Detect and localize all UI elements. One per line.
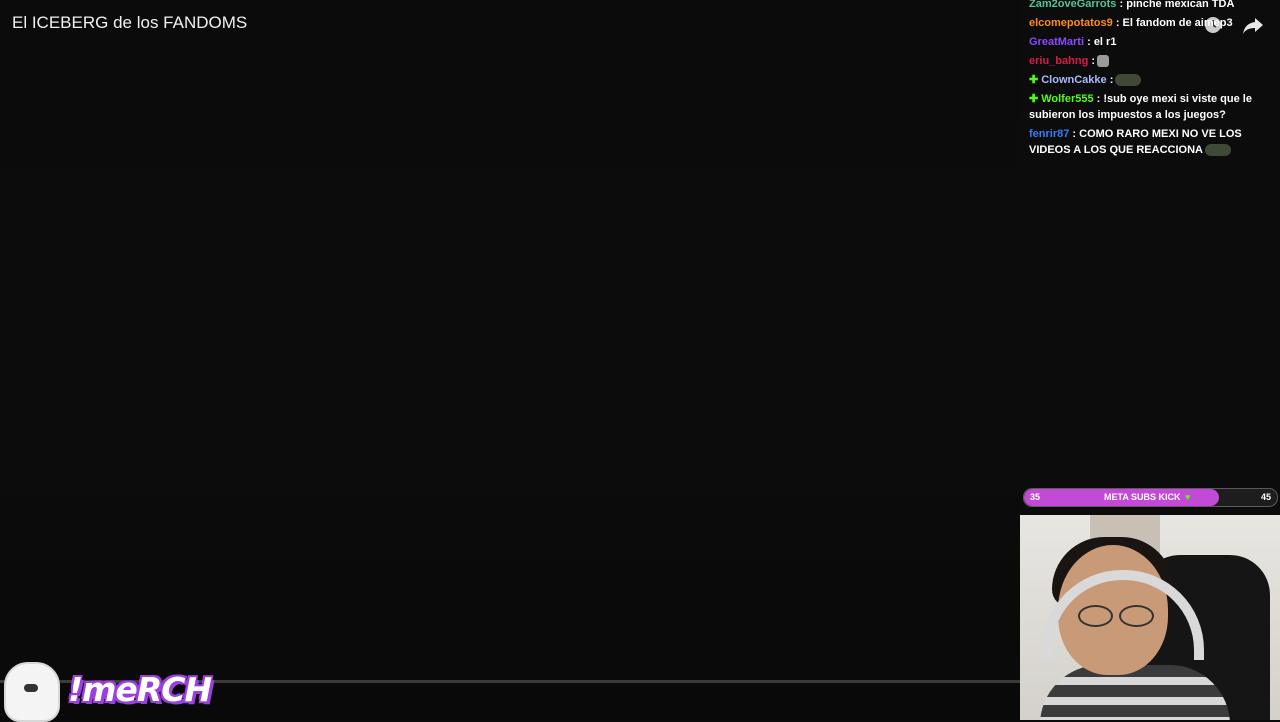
chat-username[interactable]: fenrir87 (1029, 128, 1069, 140)
sub-badge-icon: ✚ (1029, 93, 1039, 105)
meta-goal-min: 35 (1030, 492, 1041, 502)
chat-message: ✚ Wolfer555 : !sub oye mexi si viste que … (1026, 91, 1276, 123)
chat-message: elcomepotatos9 : El fandom de aimep3 (1026, 15, 1276, 31)
webcam-shirt (1040, 665, 1230, 720)
chat-username[interactable]: Zam2oveGarrots (1029, 0, 1116, 10)
chat-username[interactable]: elcomepotatos9 (1029, 17, 1113, 29)
chat-message: GreatMarti : el r1 (1026, 34, 1276, 50)
video-player[interactable]: El ICEBERG de los FANDOMS (0, 0, 1020, 720)
merch-label: !meRCH (68, 670, 212, 709)
sub-badge-icon: ✚ (1029, 74, 1039, 86)
webcam-feed (1020, 515, 1280, 720)
chat-username[interactable]: Wolfer555 (1041, 93, 1093, 105)
chat-text: : el r1 (1087, 36, 1117, 48)
meta-subs-goal-bar: 35 META SUBS KICK ♥ 45 (1023, 488, 1278, 507)
chat-message: fenrir87 : COMO RARO MEXI NO VE LOS VIDE… (1026, 126, 1276, 158)
chat-message: eriu_bahng : (1026, 53, 1276, 69)
heart-icon: ♥ (1185, 492, 1191, 502)
chat-username[interactable]: GreatMarti (1029, 36, 1084, 48)
chat-text: : El fandom de aimep3 (1115, 17, 1233, 29)
emote-icon (1204, 144, 1231, 157)
chat-text: : (1109, 74, 1114, 86)
chat-text: : pinche mexican TDA (1119, 0, 1235, 10)
meta-goal-label-text: META SUBS KICK (1104, 492, 1181, 502)
stream-chat: Zam2oveGarrots : pinche mexican TDA elcom… (1026, 0, 1276, 161)
emote-icon (1115, 74, 1142, 87)
meta-goal-max: 45 (1260, 492, 1271, 502)
emote-icon (1097, 55, 1110, 68)
sheep-mascot-icon (4, 662, 60, 722)
chat-username[interactable]: ClownCakke (1041, 74, 1106, 86)
merch-banner[interactable]: !meRCH (2, 660, 217, 722)
meta-goal-label: META SUBS KICK ♥ (1104, 492, 1190, 502)
video-title[interactable]: El ICEBERG de los FANDOMS (12, 13, 247, 33)
chat-message: ✚ ClownCakke : (1026, 72, 1276, 88)
chat-message: Zam2oveGarrots : pinche mexican TDA (1026, 0, 1276, 12)
webcam-glasses (1078, 605, 1154, 627)
chat-username[interactable]: eriu_bahng (1029, 55, 1088, 67)
chat-text: : (1091, 55, 1096, 67)
